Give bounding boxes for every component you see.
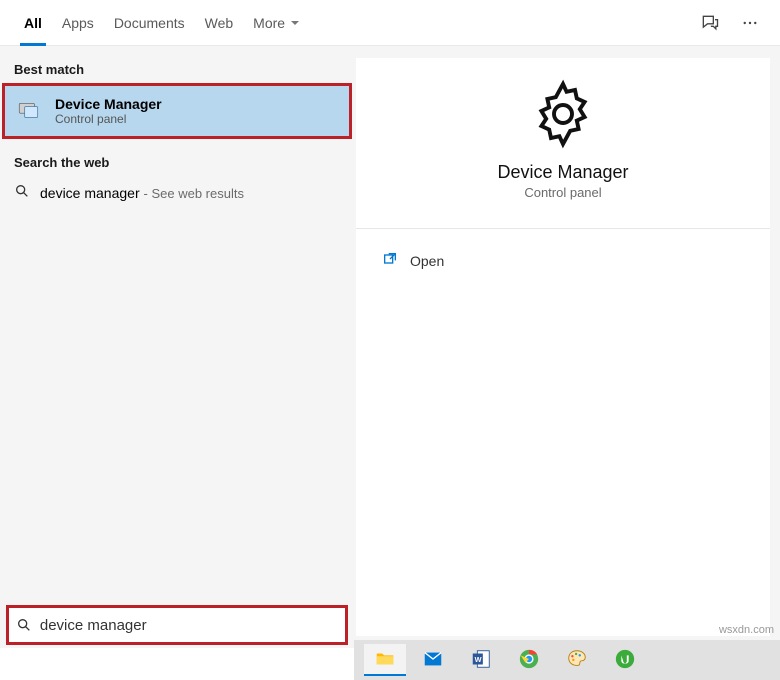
preview-subtitle: Control panel: [524, 185, 601, 200]
device-manager-icon: [15, 97, 43, 125]
svg-text:W: W: [475, 655, 482, 664]
tab-more-label: More: [253, 15, 285, 31]
gear-icon: [527, 78, 599, 150]
tab-all[interactable]: All: [14, 0, 52, 46]
result-subtitle: Control panel: [55, 112, 162, 126]
preview-pane: Device Manager Control panel Open: [354, 46, 780, 648]
search-input-wrapper[interactable]: [6, 605, 348, 645]
file-explorer-icon[interactable]: [364, 644, 406, 676]
tab-more[interactable]: More: [243, 0, 309, 46]
more-options-icon[interactable]: [730, 2, 770, 44]
open-label: Open: [410, 253, 444, 269]
paint-icon[interactable]: [556, 644, 598, 676]
web-term: device manager: [40, 185, 140, 201]
mail-icon[interactable]: [412, 644, 454, 676]
search-web-title: Search the web: [0, 139, 354, 176]
search-tabs: All Apps Documents Web More: [0, 0, 780, 46]
tab-web[interactable]: Web: [195, 0, 244, 46]
chrome-icon[interactable]: [508, 644, 550, 676]
open-action[interactable]: Open: [382, 245, 744, 276]
search-icon: [14, 183, 30, 202]
utorrent-icon[interactable]: [604, 644, 646, 676]
search-input[interactable]: [40, 615, 345, 636]
open-icon: [382, 251, 398, 270]
tab-apps[interactable]: Apps: [52, 0, 104, 46]
web-search-result[interactable]: device manager - See web results: [0, 176, 354, 209]
watermark: wsxdn.com: [719, 624, 774, 636]
web-hint: - See web results: [144, 186, 244, 201]
preview-title: Device Manager: [497, 162, 628, 183]
best-match-title: Best match: [0, 46, 354, 83]
feedback-icon[interactable]: [690, 2, 730, 44]
chevron-down-icon: [291, 21, 299, 25]
tab-documents[interactable]: Documents: [104, 0, 195, 46]
results-pane: Best match Device Manager Control panel …: [0, 46, 354, 648]
search-icon: [9, 617, 40, 633]
result-title: Device Manager: [55, 96, 162, 112]
taskbar: W: [354, 640, 780, 680]
best-match-result[interactable]: Device Manager Control panel: [2, 83, 352, 139]
word-icon[interactable]: W: [460, 644, 502, 676]
